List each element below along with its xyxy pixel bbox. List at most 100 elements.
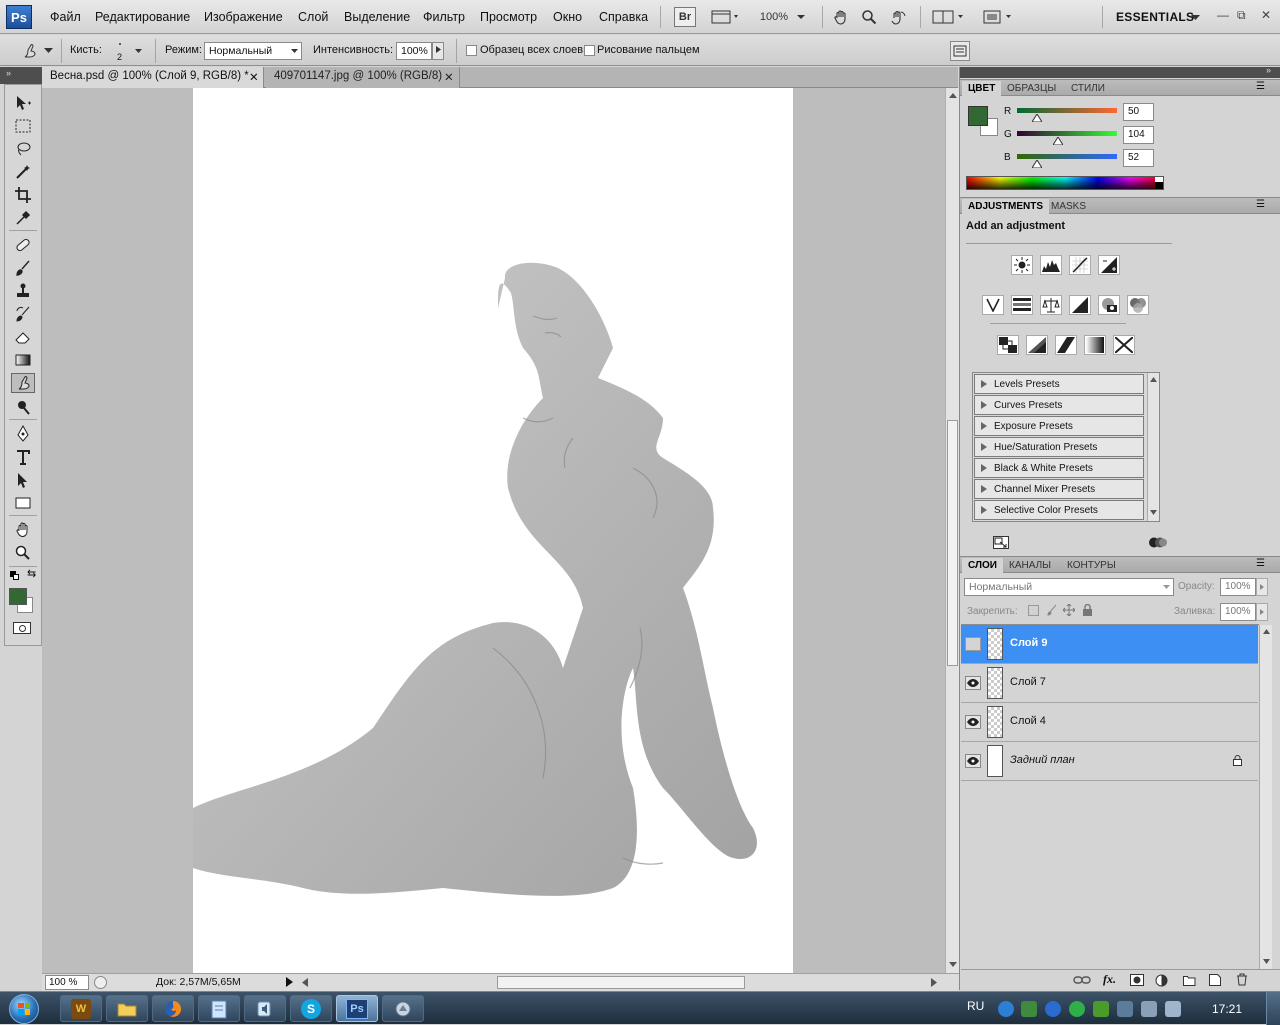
menu-view[interactable]: Просмотр	[480, 10, 537, 24]
brush-tool[interactable]	[11, 258, 35, 278]
layer-name[interactable]: Слой 7	[1010, 676, 1046, 688]
blend-mode-select[interactable]: Нормальный	[204, 42, 302, 60]
close-icon[interactable]: ✕	[1261, 8, 1271, 22]
scroll-down-icon[interactable]	[1263, 959, 1270, 964]
layer-name[interactable]: Задний план	[1010, 754, 1075, 766]
brushes-panel-button[interactable]	[950, 41, 970, 61]
blue-slider-handle[interactable]	[1032, 160, 1043, 168]
tray-antivirus-icon[interactable]	[1069, 1001, 1085, 1017]
clone-stamp-tool[interactable]	[11, 281, 35, 301]
vertical-scroll-thumb[interactable]	[947, 420, 958, 666]
horizontal-scroll-thumb[interactable]	[497, 976, 745, 989]
layer-group-icon[interactable]	[1183, 974, 1196, 986]
opacity-input[interactable]: 100%	[1220, 578, 1256, 596]
chevron-down-icon[interactable]	[1191, 14, 1200, 21]
taskbar-app-notepad[interactable]	[198, 995, 240, 1022]
layer-visibility-toggle[interactable]	[965, 676, 981, 690]
threshold-button[interactable]	[1055, 335, 1077, 355]
hand-tool[interactable]	[11, 520, 35, 540]
layer-row[interactable]: Слой 4	[961, 703, 1258, 742]
photoshop-logo[interactable]: Ps	[6, 5, 32, 29]
brightness-contrast-button[interactable]	[1011, 255, 1033, 275]
show-desktop-button[interactable]	[1266, 992, 1280, 1025]
adjustment-options-button[interactable]	[1148, 536, 1168, 549]
layers-scrollbar[interactable]	[1259, 625, 1272, 969]
tab-layers[interactable]: СЛОИ	[962, 558, 1003, 574]
preset-row[interactable]: Channel Mixer Presets	[974, 479, 1144, 499]
finger-painting-checkbox[interactable]	[584, 45, 595, 56]
default-colors-icon[interactable]	[10, 571, 19, 580]
adjustment-clip-button[interactable]	[993, 536, 1009, 549]
tray-bolt-icon[interactable]	[1045, 1001, 1061, 1017]
delete-layer-icon[interactable]	[1236, 973, 1248, 986]
presets-scrollbar[interactable]	[1147, 373, 1159, 521]
scroll-down-icon[interactable]	[1150, 510, 1157, 515]
eyedropper-tool[interactable]	[11, 208, 35, 228]
view-extras-button[interactable]	[708, 7, 744, 27]
rotate-view-button[interactable]	[886, 7, 910, 27]
zoom-tool[interactable]	[11, 543, 35, 563]
menu-image[interactable]: Изображение	[204, 10, 283, 24]
menu-filter[interactable]: Фильтр	[423, 10, 465, 24]
panel-menu-icon[interactable]: ☰	[1256, 558, 1265, 569]
tab-swatches[interactable]: ОБРАЗЦЫ	[1001, 81, 1062, 97]
menu-file[interactable]: Файл	[50, 10, 81, 24]
collapse-icon[interactable]: »	[1266, 65, 1271, 75]
tray-nvidia-icon[interactable]	[1021, 1001, 1037, 1017]
tray-update-icon[interactable]	[998, 1001, 1014, 1017]
layer-name[interactable]: Слой 9	[1010, 637, 1047, 649]
marquee-tool[interactable]	[11, 116, 35, 136]
eraser-tool[interactable]	[11, 327, 35, 347]
tab-paths[interactable]: КОНТУРЫ	[1061, 558, 1122, 574]
tab-channels[interactable]: КАНАЛЫ	[1003, 558, 1057, 574]
color-balance-button[interactable]	[1040, 295, 1062, 315]
menu-window[interactable]: Окно	[553, 10, 582, 24]
document-tab-active[interactable]: Весна.psd @ 100% (Слой 9, RGB/8) * ✕	[42, 67, 264, 88]
preset-row[interactable]: Exposure Presets	[974, 416, 1144, 436]
close-tab-icon[interactable]: ✕	[444, 70, 454, 84]
menu-select[interactable]: Выделение	[344, 10, 410, 24]
blue-value-input[interactable]: 52	[1123, 149, 1154, 167]
green-slider-handle[interactable]	[1052, 137, 1063, 145]
tab-color[interactable]: ЦВЕТ	[962, 81, 1002, 97]
gradient-map-button[interactable]	[1084, 335, 1106, 355]
zoom-level-select[interactable]: 100%	[756, 7, 810, 27]
selective-color-button[interactable]	[1113, 335, 1135, 355]
preset-row[interactable]: Levels Presets	[974, 374, 1144, 394]
brush-picker[interactable]: 2	[112, 40, 146, 62]
clock[interactable]: 17:21	[1212, 1002, 1242, 1016]
layer-name[interactable]: Слой 4	[1010, 715, 1046, 727]
scroll-up-icon[interactable]	[1150, 377, 1157, 382]
screen-mode-button[interactable]	[980, 7, 1018, 27]
levels-button[interactable]	[1040, 255, 1062, 275]
minimize-icon[interactable]: —	[1217, 8, 1229, 22]
language-indicator[interactable]: RU	[967, 999, 984, 1013]
type-tool[interactable]	[11, 447, 35, 467]
layer-row-selected[interactable]: Слой 9	[961, 625, 1258, 664]
exposure-button[interactable]	[1098, 255, 1120, 275]
lock-all-icon[interactable]	[1082, 604, 1093, 616]
status-info-icon[interactable]	[94, 976, 107, 989]
taskbar-app-tool[interactable]	[382, 995, 424, 1022]
smudge-tool-active[interactable]	[11, 373, 35, 393]
taskbar-app-media[interactable]	[244, 995, 286, 1022]
collapse-icon[interactable]: »	[6, 68, 11, 78]
tab-adjustments[interactable]: ADJUSTMENTS	[962, 199, 1050, 215]
close-tab-icon[interactable]: ✕	[249, 70, 259, 84]
document-tab[interactable]: 409701147.jpg @ 100% (RGB/8) ✕	[266, 67, 460, 88]
hue-saturation-button[interactable]	[1011, 295, 1033, 315]
layer-row[interactable]: Задний план	[961, 742, 1258, 781]
panel-menu-icon[interactable]: ☰	[1256, 81, 1265, 92]
layer-row[interactable]: Слой 7	[961, 664, 1258, 703]
scroll-up-icon[interactable]	[1263, 629, 1270, 634]
photo-filter-button[interactable]	[1098, 295, 1120, 315]
lock-transparency-icon[interactable]	[1028, 605, 1039, 616]
taskbar-app-firefox[interactable]	[152, 995, 194, 1022]
gradient-tool[interactable]	[11, 350, 35, 370]
foreground-color-swatch[interactable]	[968, 106, 988, 126]
restore-icon[interactable]: ⧉	[1237, 8, 1246, 23]
start-button[interactable]	[4, 992, 44, 1025]
path-selection-tool[interactable]	[11, 470, 35, 490]
menu-edit[interactable]: Редактирование	[95, 10, 190, 24]
preset-row[interactable]: Hue/Saturation Presets	[974, 437, 1144, 457]
